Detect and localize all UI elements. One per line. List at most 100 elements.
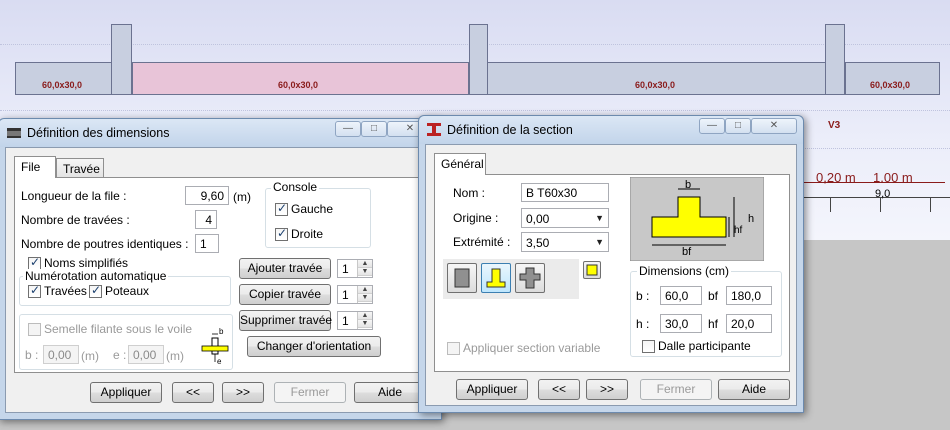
spin-down-icon[interactable]: ▼ (358, 320, 372, 328)
spinner-value: 1 (342, 288, 349, 302)
section-client: Général Nom : B T60x30 Origine : 0,00 ▼ … (425, 144, 797, 406)
section-icon (427, 123, 441, 136)
fig-e-label: e (217, 357, 222, 366)
previous-button[interactable]: << (172, 382, 214, 403)
color-picker-button[interactable] (583, 261, 601, 279)
ajouter-travee-spinner[interactable]: 1 ▲ ▼ (337, 259, 373, 278)
console-title: Console (271, 180, 320, 194)
b-field[interactable]: 60,0 (660, 286, 702, 305)
travees-label: Travées (44, 284, 87, 298)
supprimer-travee-spinner[interactable]: 1 ▲ ▼ (337, 311, 373, 330)
longueur-field[interactable]: 9,60 (185, 186, 229, 205)
nb-travees-field[interactable]: 4 (195, 210, 217, 229)
beam-label: 60,0x30,0 (635, 80, 676, 90)
previous-button[interactable]: << (538, 379, 580, 400)
spinner-value: 1 (342, 314, 349, 328)
origine-dropdown[interactable]: 0,00 ▼ (521, 208, 609, 228)
beam-span-3[interactable] (487, 62, 826, 95)
beam-icon (7, 128, 21, 138)
gauche-checkbox[interactable] (275, 201, 288, 216)
file-tab-panel: Longueur de la file : 9,60 (m) Nombre de… (14, 177, 428, 373)
beam-span-2[interactable] (132, 62, 469, 95)
b-label: b : (25, 348, 39, 362)
fig-h-label: h (748, 213, 754, 225)
copier-travee-spinner[interactable]: 1 ▲ ▼ (337, 285, 373, 304)
section-window[interactable]: Définition de la section — □ ✕ Général N… (418, 115, 804, 413)
hf-field[interactable]: 20,0 (726, 314, 772, 333)
dalle-checkbox[interactable] (642, 340, 655, 353)
tab-travee[interactable]: Travée (56, 158, 104, 178)
copier-travee-button[interactable]: Copier travée (239, 284, 331, 305)
beam-span-4[interactable] (845, 62, 940, 95)
nom-field[interactable]: B T60x30 (521, 183, 609, 202)
aide-button[interactable]: Aide (354, 382, 426, 403)
section-variable-label: Appliquer section variable (463, 341, 601, 355)
semelle-e-field[interactable]: 0,00 (128, 345, 164, 364)
column-name-label: V3 (828, 120, 841, 131)
semelle-b-field[interactable]: 0,00 (43, 345, 79, 364)
fig-b-label: b (685, 179, 691, 191)
minimize-button[interactable]: — (699, 118, 725, 134)
grid-line (0, 110, 950, 111)
noms-simplifies-label: Noms simplifiés (44, 256, 129, 270)
travees-checkbox[interactable] (28, 283, 41, 298)
h-field[interactable]: 30,0 (660, 314, 702, 333)
spin-down-icon[interactable]: ▼ (358, 294, 372, 302)
nb-travees-label: Nombre de travées : (21, 213, 130, 227)
e-unit: (m) (166, 349, 184, 363)
supprimer-travee-button[interactable]: Supprimer travée (239, 310, 332, 331)
window-title: Définition de la section (447, 123, 573, 137)
tab-general[interactable]: Général (434, 153, 486, 175)
spinner-value: 1 (342, 262, 349, 276)
column-1[interactable] (111, 24, 132, 95)
aide-button[interactable]: Aide (718, 379, 790, 400)
section-titlebar[interactable]: Définition de la section — □ ✕ (419, 116, 803, 144)
next-button[interactable]: >> (586, 379, 628, 400)
fig-hf-label: hf (734, 225, 743, 236)
rectangle-icon (454, 268, 470, 288)
bf-field[interactable]: 180,0 (726, 286, 772, 305)
changer-orientation-button[interactable]: Changer d'orientation (247, 336, 381, 357)
droite-checkbox[interactable] (275, 226, 288, 241)
spin-up-icon[interactable]: ▲ (358, 286, 372, 294)
spin-up-icon[interactable]: ▲ (358, 312, 372, 320)
color-swatch-icon (586, 264, 598, 276)
dalle-label: Dalle participante (658, 339, 751, 353)
semelle-checkbox[interactable] (28, 323, 41, 336)
appliquer-button[interactable]: Appliquer (90, 382, 162, 403)
fermer-button[interactable]: Fermer (640, 379, 712, 400)
tab-file[interactable]: File (14, 156, 56, 178)
bf-label: bf (708, 289, 719, 303)
extremite-dropdown[interactable]: 3,50 ▼ (521, 232, 609, 252)
spin-down-icon[interactable]: ▼ (358, 268, 372, 276)
droite-label: Droite (291, 227, 324, 241)
appliquer-button[interactable]: Appliquer (456, 379, 528, 400)
dimensions-titlebar[interactable]: Définition des dimensions — □ ✕ (0, 119, 441, 147)
t-shape-button[interactable] (481, 263, 511, 293)
minimize-button[interactable]: — (335, 121, 361, 137)
spin-up-icon[interactable]: ▲ (358, 260, 372, 268)
fig-bf-label: bf (682, 246, 692, 258)
longueur-unit: (m) (233, 190, 251, 204)
longueur-label: Longueur de la file : (21, 189, 127, 203)
column-2[interactable] (469, 24, 488, 95)
dimensions-window[interactable]: Définition des dimensions — □ ✕ File Tra… (0, 118, 442, 420)
cross-shape-button[interactable] (515, 263, 545, 293)
origine-label: Origine : (453, 211, 499, 225)
next-button[interactable]: >> (222, 382, 264, 403)
fermer-button[interactable]: Fermer (274, 382, 346, 403)
poteaux-checkbox[interactable] (89, 283, 102, 298)
dimensions-client: File Travée Longueur de la file : 9,60 (… (5, 147, 435, 413)
fig-b-label: b (219, 327, 224, 336)
rectangle-shape-button[interactable] (447, 263, 477, 293)
ajouter-travee-button[interactable]: Ajouter travée (239, 258, 331, 279)
chevron-down-icon: ▼ (595, 213, 604, 223)
column-3[interactable] (825, 24, 845, 95)
nb-poutres-field[interactable]: 1 (195, 234, 219, 253)
close-button[interactable]: ✕ (751, 118, 797, 134)
b-unit: (m) (81, 349, 99, 363)
section-variable-checkbox[interactable] (447, 342, 460, 355)
maximize-button[interactable]: □ (361, 121, 387, 137)
maximize-button[interactable]: □ (725, 118, 751, 134)
cross-section-icon (519, 267, 541, 289)
